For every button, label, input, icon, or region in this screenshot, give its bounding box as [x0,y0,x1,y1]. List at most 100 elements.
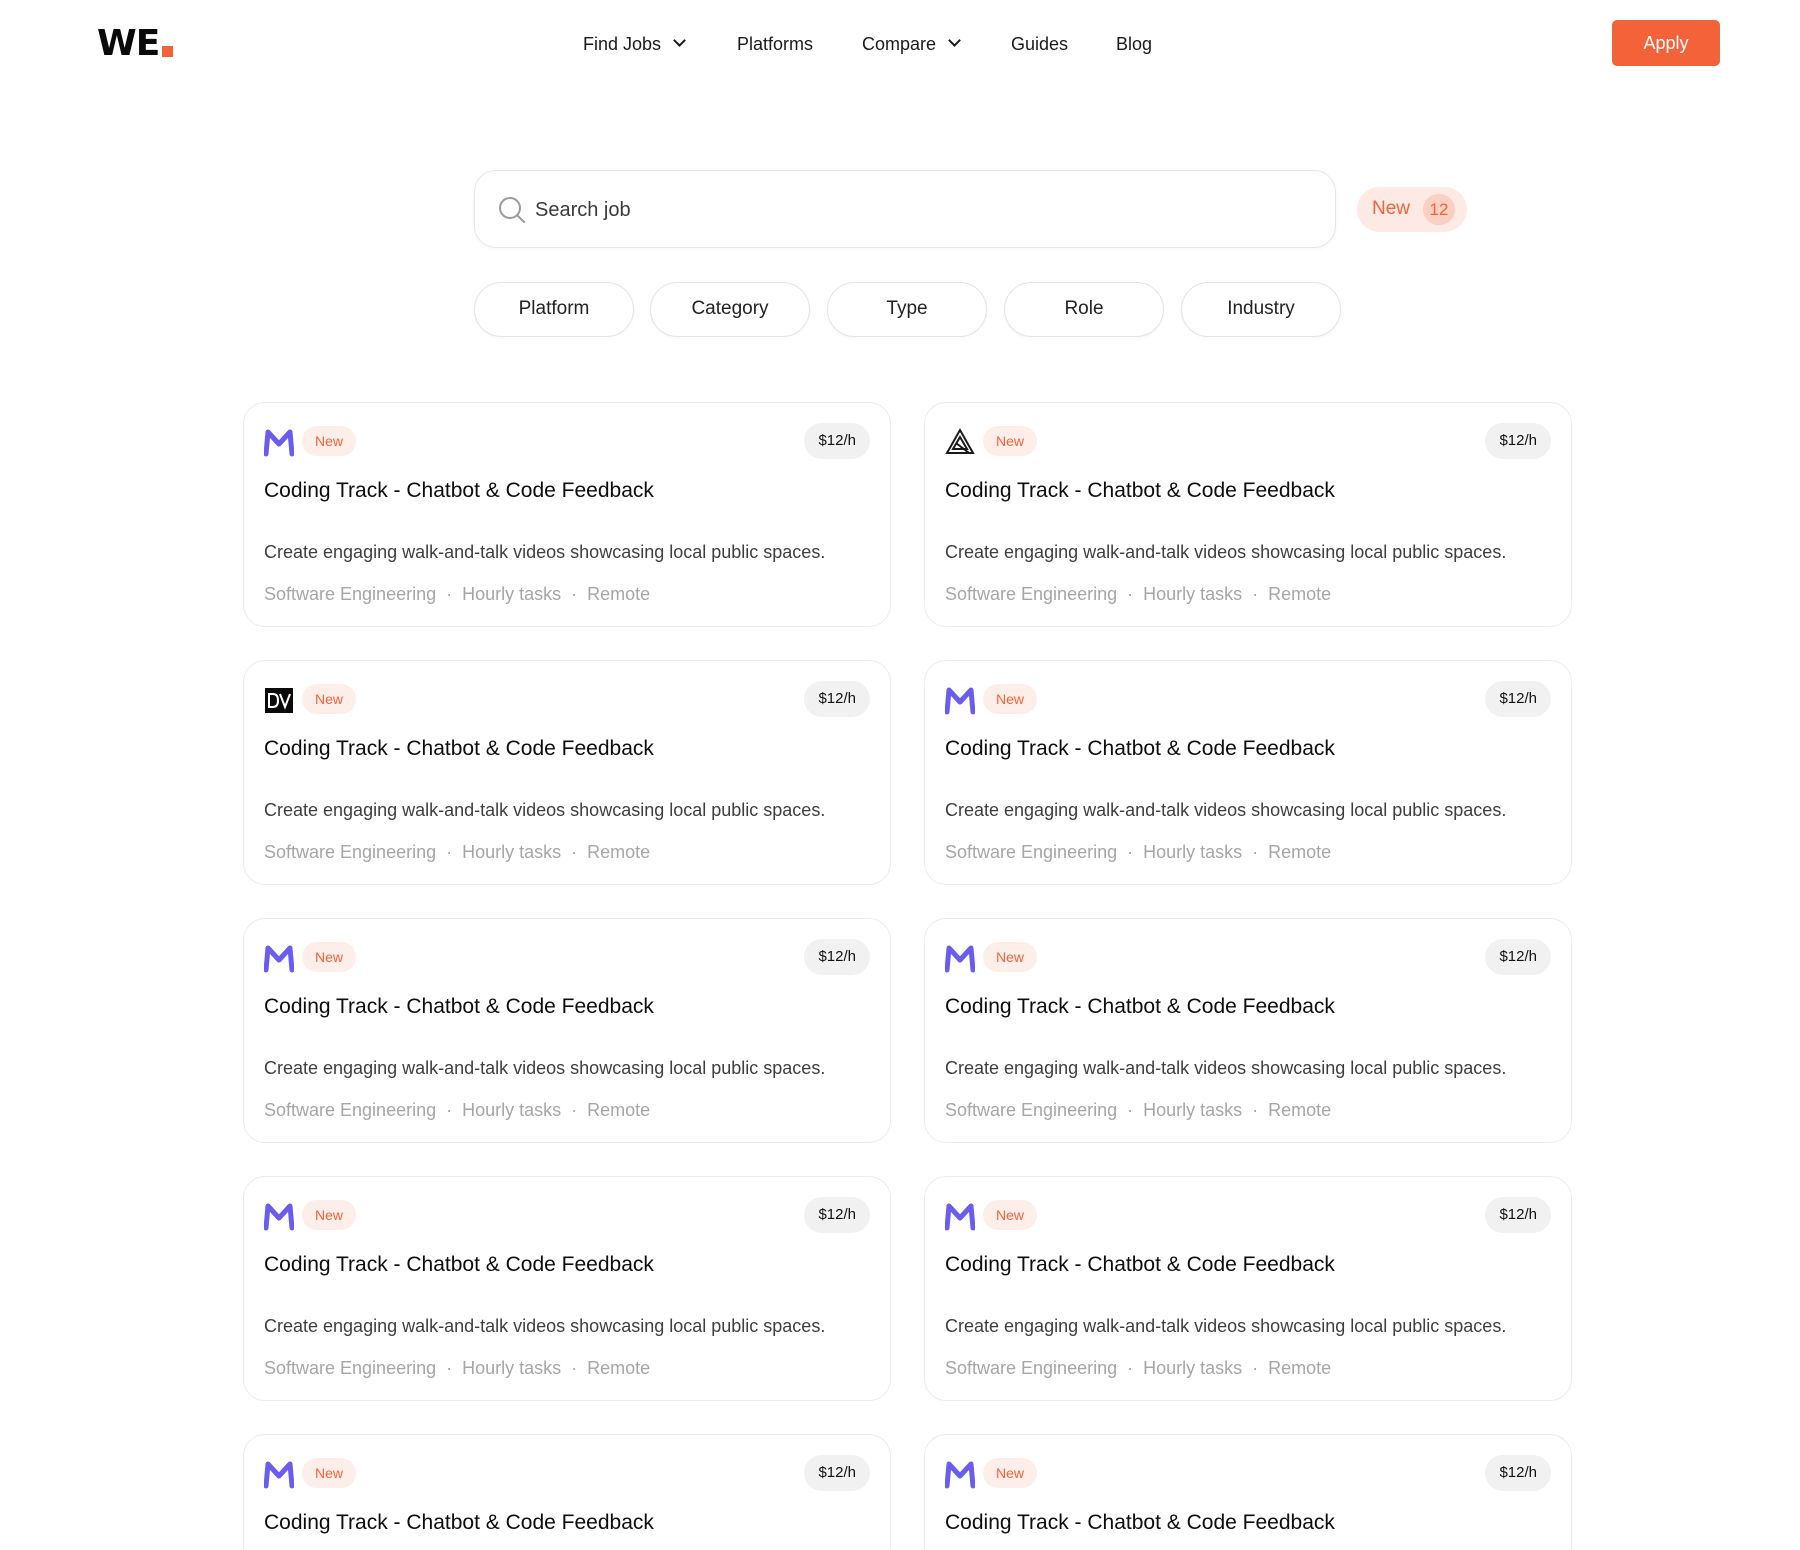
filter-industry[interactable]: Industry [1181,282,1341,337]
job-card[interactable]: New $12/h Coding Track - Chatbot & Code … [243,918,891,1143]
job-tag: Software Engineering [264,1358,437,1378]
job-tag: Software Engineering [264,842,437,862]
new-jobs-filter[interactable]: New 12 [1357,187,1467,232]
job-description: Create engaging walk-and-talk videos sho… [945,800,1507,820]
job-description: Create engaging walk-and-talk videos sho… [945,542,1507,562]
job-card[interactable]: New $12/h Coding Track - Chatbot & Code … [924,1176,1572,1401]
job-tags: Software Engineering · Hourly tasks · Remote [945,1100,1332,1120]
brand-logo[interactable]: WE [97,22,160,66]
search-input[interactable] [533,189,1297,231]
job-description: Create engaging walk-and-talk videos sho… [264,1316,826,1336]
job-tag: Remote [1268,842,1332,862]
new-badge: New [302,1200,357,1230]
job-tags: Software Engineering · Hourly tasks · Remote [945,584,1332,604]
job-tag: Remote [1268,1100,1332,1120]
brand-logo-dot [162,46,173,57]
nav-guides-label: Guides [1011,34,1069,54]
job-card[interactable]: New $12/h Coding Track - Chatbot & Code … [243,402,891,627]
job-tags: Software Engineering · Hourly tasks · Remote [945,1358,1332,1378]
job-tag: Remote [587,1100,651,1120]
job-title: Coding Track - Chatbot & Code Feedback [264,995,654,1018]
job-tag: Hourly tasks [462,584,562,604]
job-tags: Software Engineering · Hourly tasks · Remote [264,584,651,604]
nav-blog-label: Blog [1116,34,1153,54]
job-tag: Remote [1268,584,1332,604]
nav-blog[interactable]: Blog [1116,30,1152,58]
job-tags: Software Engineering · Hourly tasks · Remote [264,1358,651,1378]
job-card[interactable]: New $12/h Coding Track - Chatbot & Code … [924,402,1572,627]
job-tag: Hourly tasks [1143,584,1243,604]
rate-badge: $12/h [1485,1197,1551,1233]
new-badge: New [983,426,1038,456]
nav-guides[interactable]: Guides [1011,30,1068,58]
job-tag: Remote [587,842,651,862]
job-title: Coding Track - Chatbot & Code Feedback [264,1253,654,1276]
m-logo-icon [945,687,975,715]
job-title: Coding Track - Chatbot & Code Feedback [945,1253,1335,1276]
job-description: Create engaging walk-and-talk videos sho… [264,800,826,820]
rate-badge: $12/h [1485,681,1551,717]
search-bar[interactable] [474,170,1336,248]
job-card[interactable]: New $12/h Coding Track - Chatbot & Code … [243,660,891,885]
chevron-down-icon [673,34,686,47]
job-title: Coding Track - Chatbot & Code Feedback [264,479,654,502]
job-tags: Software Engineering · Hourly tasks · Remote [264,1100,651,1120]
job-tags: Software Engineering · Hourly tasks · Remote [264,842,651,862]
filter-category[interactable]: Category [650,282,810,337]
nav-platforms[interactable]: Platforms [737,30,813,58]
new-jobs-label: New [1372,198,1411,219]
job-tag: Hourly tasks [462,842,562,862]
job-tag: Remote [1268,1358,1332,1378]
job-title: Coding Track - Chatbot & Code Feedback [945,995,1335,1018]
new-badge: New [983,1458,1038,1488]
job-tags: Software Engineering · Hourly tasks · Remote [945,842,1332,862]
rate-badge: $12/h [804,939,870,975]
filter-type[interactable]: Type [827,282,987,337]
new-badge: New [983,684,1038,714]
job-tag: Hourly tasks [462,1358,562,1378]
job-card[interactable]: New $12/h Coding Track - Chatbot & Code … [924,660,1572,885]
rate-badge: $12/h [1485,1455,1551,1491]
nav-compare-label: Compare [862,34,937,54]
nav-find-jobs[interactable]: Find Jobs [583,30,686,58]
job-card[interactable]: New $12/h Coding Track - Chatbot & Code … [243,1434,891,1550]
new-badge: New [302,1458,357,1488]
new-badge: New [302,426,357,456]
job-tag: Hourly tasks [1143,1100,1243,1120]
job-description: Create engaging walk-and-talk videos sho… [264,542,826,562]
filter-platform[interactable]: Platform [474,282,634,337]
job-tag: Software Engineering [945,584,1118,604]
nav-platforms-label: Platforms [737,34,814,54]
job-title: Coding Track - Chatbot & Code Feedback [264,737,654,760]
rate-badge: $12/h [804,423,870,459]
job-description: Create engaging walk-and-talk videos sho… [264,1058,826,1078]
dv-logo-icon [265,688,293,713]
rate-badge: $12/h [804,1455,870,1491]
job-tag: Software Engineering [945,842,1118,862]
search-icon [499,197,525,223]
rate-badge: $12/h [1485,423,1551,459]
job-tag: Software Engineering [945,1100,1118,1120]
apply-button[interactable]: Apply [1612,20,1720,66]
rate-badge: $12/h [1485,939,1551,975]
job-card[interactable]: New $12/h Coding Track - Chatbot & Code … [924,1434,1572,1550]
job-tag: Remote [587,1358,651,1378]
new-badge: New [302,684,357,714]
job-tag: Hourly tasks [462,1100,562,1120]
job-tag: Software Engineering [264,584,437,604]
m-logo-icon [264,1461,294,1489]
job-title: Coding Track - Chatbot & Code Feedback [945,479,1335,502]
job-tag: Remote [587,584,651,604]
job-tag: Hourly tasks [1143,1358,1243,1378]
rate-badge: $12/h [804,681,870,717]
triangle-logo-icon [945,427,975,454]
m-logo-icon [264,429,294,457]
job-card[interactable]: New $12/h Coding Track - Chatbot & Code … [243,1176,891,1401]
nav-compare[interactable]: Compare [862,30,961,58]
job-tag: Hourly tasks [1143,842,1243,862]
rate-badge: $12/h [804,1197,870,1233]
filter-role[interactable]: Role [1004,282,1164,337]
job-tag: Software Engineering [264,1100,437,1120]
m-logo-icon [945,1203,975,1231]
job-card[interactable]: New $12/h Coding Track - Chatbot & Code … [924,918,1572,1143]
